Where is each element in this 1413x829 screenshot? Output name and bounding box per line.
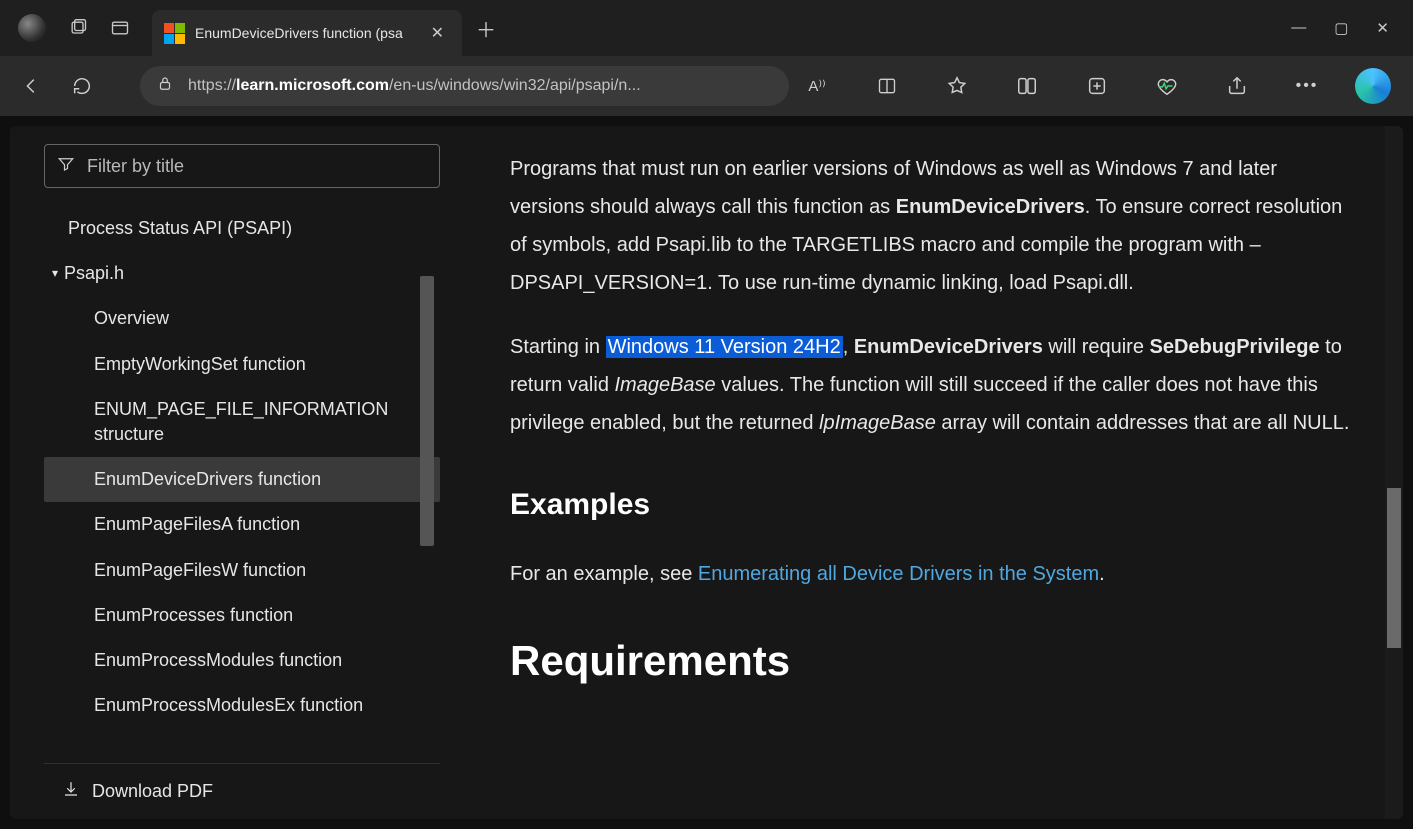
back-button[interactable] [10,64,54,108]
heading-requirements: Requirements [510,621,1351,701]
download-icon [62,780,80,803]
toc-item-enumprocessmodulesex[interactable]: EnumProcessModulesEx function [44,683,440,728]
toc-list: Process Status API (PSAPI) ▾ Psapi.h Ove… [44,206,440,763]
toc-item-overview[interactable]: Overview [44,296,440,341]
favorite-star-icon[interactable] [935,64,979,108]
toc-item-enumprocessmodules[interactable]: EnumProcessModules function [44,638,440,683]
url-text: https://learn.microsoft.com/en-us/window… [188,77,773,95]
titlebar: EnumDeviceDrivers function (psa ✕ ＋ — ▢ … [0,0,1413,56]
settings-more-icon[interactable]: ••• [1285,64,1329,108]
copilot-icon[interactable] [1355,68,1391,104]
health-icon[interactable] [1145,64,1189,108]
browser-tab[interactable]: EnumDeviceDrivers function (psa ✕ [152,10,462,56]
page-viewport: Process Status API (PSAPI) ▾ Psapi.h Ove… [0,116,1413,829]
tab-title: EnumDeviceDrivers function (psa [195,25,415,41]
toc-header-label: Psapi.h [64,261,124,286]
toc-header-psapi-h[interactable]: ▾ Psapi.h [44,251,440,296]
profile-avatar[interactable] [18,14,46,42]
filter-input[interactable] [87,156,427,177]
toolbar: https://learn.microsoft.com/en-us/window… [0,56,1413,116]
page-content: Process Status API (PSAPI) ▾ Psapi.h Ove… [10,126,1403,819]
share-icon[interactable] [1215,64,1259,108]
toc-item-enumpagefilesw[interactable]: EnumPageFilesW function [44,548,440,593]
download-pdf-button[interactable]: Download PDF [44,763,440,819]
tab-actions-icon[interactable] [110,18,130,38]
workspaces-icon[interactable] [68,18,88,38]
download-pdf-label: Download PDF [92,781,213,802]
maximize-button[interactable]: ▢ [1334,19,1348,37]
tab-close-button[interactable]: ✕ [425,21,450,45]
collections-icon[interactable] [1075,64,1119,108]
toc-item-emptyworkingset[interactable]: EmptyWorkingSet function [44,342,440,387]
read-aloud-icon[interactable]: A⁾⁾ [795,64,839,108]
address-bar[interactable]: https://learn.microsoft.com/en-us/window… [140,66,789,106]
new-tab-button[interactable]: ＋ [476,14,496,43]
microsoft-logo-icon [164,23,185,44]
sidebar-scrollbar[interactable] [420,276,434,546]
toc-item-enumpagefilesa[interactable]: EnumPageFilesA function [44,502,440,547]
reader-mode-icon[interactable] [865,64,909,108]
toc-item-enumprocesses[interactable]: EnumProcesses function [44,593,440,638]
close-window-button[interactable]: ✕ [1376,19,1389,37]
paragraph-compat: Programs that must run on earlier versio… [510,150,1351,302]
heading-examples: Examples [510,476,1351,533]
example-link[interactable]: Enumerating all Device Drivers in the Sy… [698,563,1099,585]
article-body: Programs that must run on earlier versio… [450,126,1403,819]
page-scrollbar-thumb[interactable] [1387,488,1401,648]
toc-item-enum-page-file-info[interactable]: ENUM_PAGE_FILE_INFORMATION structure [44,387,440,457]
refresh-button[interactable] [60,64,104,108]
split-screen-icon[interactable] [1005,64,1049,108]
chevron-down-icon: ▾ [52,265,58,282]
filter-box[interactable] [44,144,440,188]
titlebar-left [0,14,130,42]
highlighted-version: Windows 11 Version 24H2 [606,336,843,358]
paragraph-privilege: Starting in Windows 11 Version 24H2, Enu… [510,328,1351,442]
minimize-button[interactable]: — [1291,19,1306,37]
toolbar-right: A⁾⁾ ••• [795,64,1403,108]
toc-item-enumdevicedrivers[interactable]: EnumDeviceDrivers function [44,457,440,502]
toc-section-psapi[interactable]: Process Status API (PSAPI) [44,206,440,251]
filter-icon [57,155,75,178]
page-scrollbar-track[interactable] [1385,126,1403,819]
toc-sidebar: Process Status API (PSAPI) ▾ Psapi.h Ove… [10,126,450,819]
window-controls: — ▢ ✕ [1291,19,1413,37]
site-info-lock-icon[interactable] [156,75,174,98]
paragraph-example: For an example, see Enumerating all Devi… [510,555,1351,593]
